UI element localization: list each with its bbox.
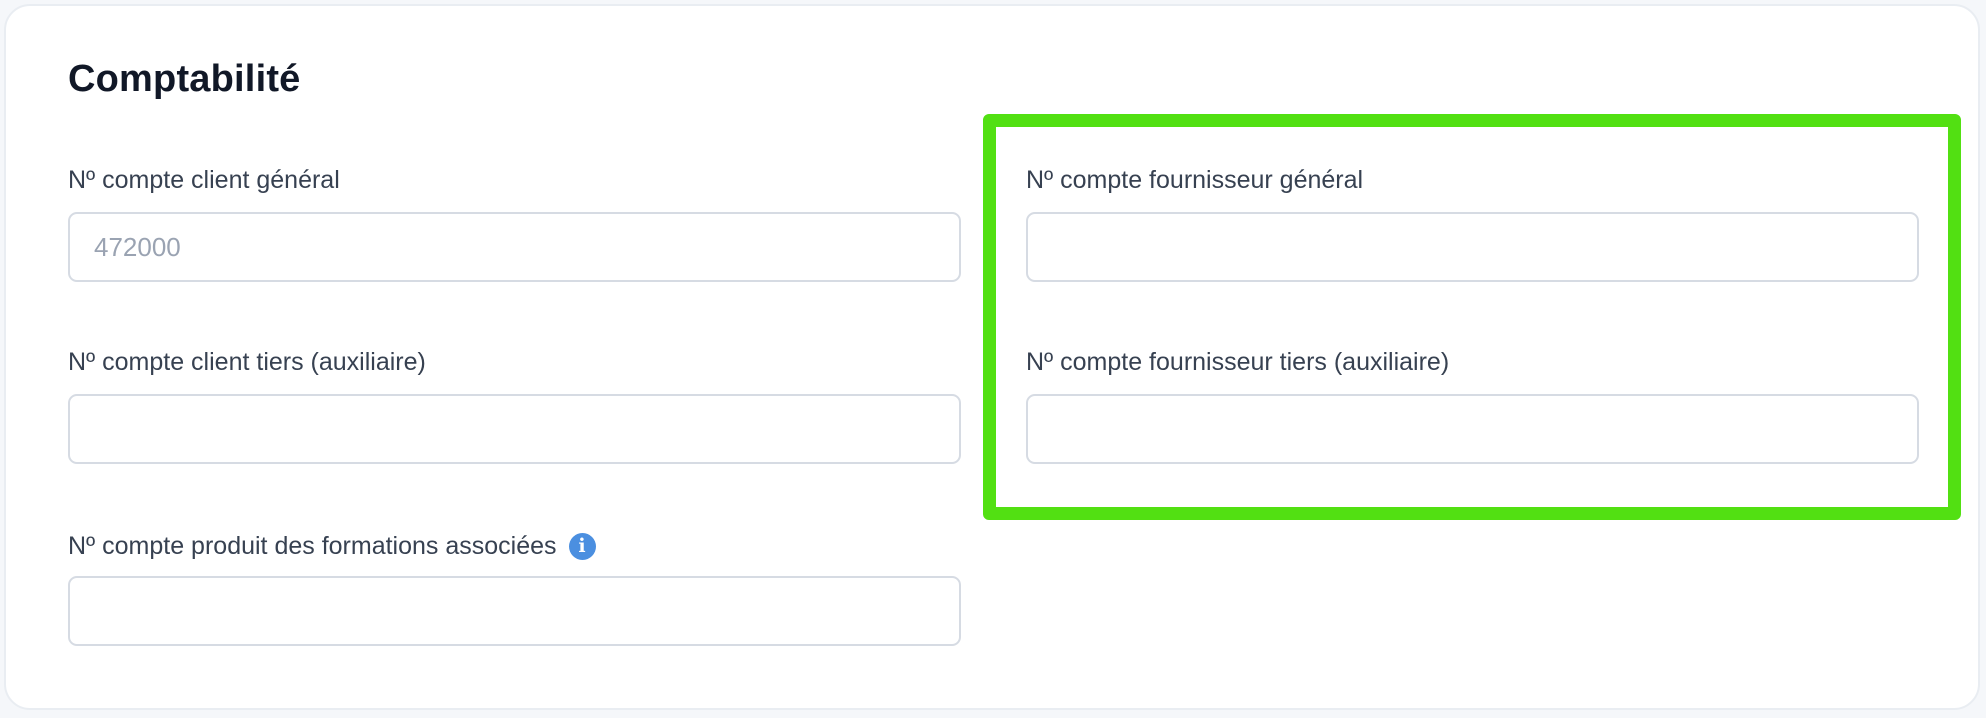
- client-tiers-label-text: Nº compte client tiers (auxiliaire): [68, 348, 426, 376]
- fournisseur-general-label-text: Nº compte fournisseur général: [1026, 166, 1364, 194]
- produit-formations-input[interactable]: [68, 576, 961, 646]
- fournisseur-general-input[interactable]: [1026, 212, 1919, 282]
- client-general-label-text: Nº compte client général: [68, 166, 340, 194]
- fournisseur-tiers-input[interactable]: [1026, 394, 1919, 464]
- client-general-input[interactable]: [68, 212, 961, 282]
- produit-formations-label-text: Nº compte produit des formations associé…: [68, 532, 557, 560]
- info-icon[interactable]: i: [568, 533, 596, 560]
- client-general-label: Nº compte client général: [68, 166, 340, 195]
- fournisseur-tiers-label-text: Nº compte fournisseur tiers (auxiliaire): [1026, 348, 1450, 376]
- section-title: Comptabilité: [68, 58, 301, 100]
- fournisseur-general-label: Nº compte fournisseur général: [1026, 166, 1363, 195]
- fournisseur-tiers-label: Nº compte fournisseur tiers (auxiliaire): [1026, 348, 1449, 377]
- client-tiers-label: Nº compte client tiers (auxiliaire): [68, 348, 426, 377]
- produit-formations-label: Nº compte produit des formations associé…: [68, 532, 596, 561]
- client-tiers-input[interactable]: [68, 394, 961, 464]
